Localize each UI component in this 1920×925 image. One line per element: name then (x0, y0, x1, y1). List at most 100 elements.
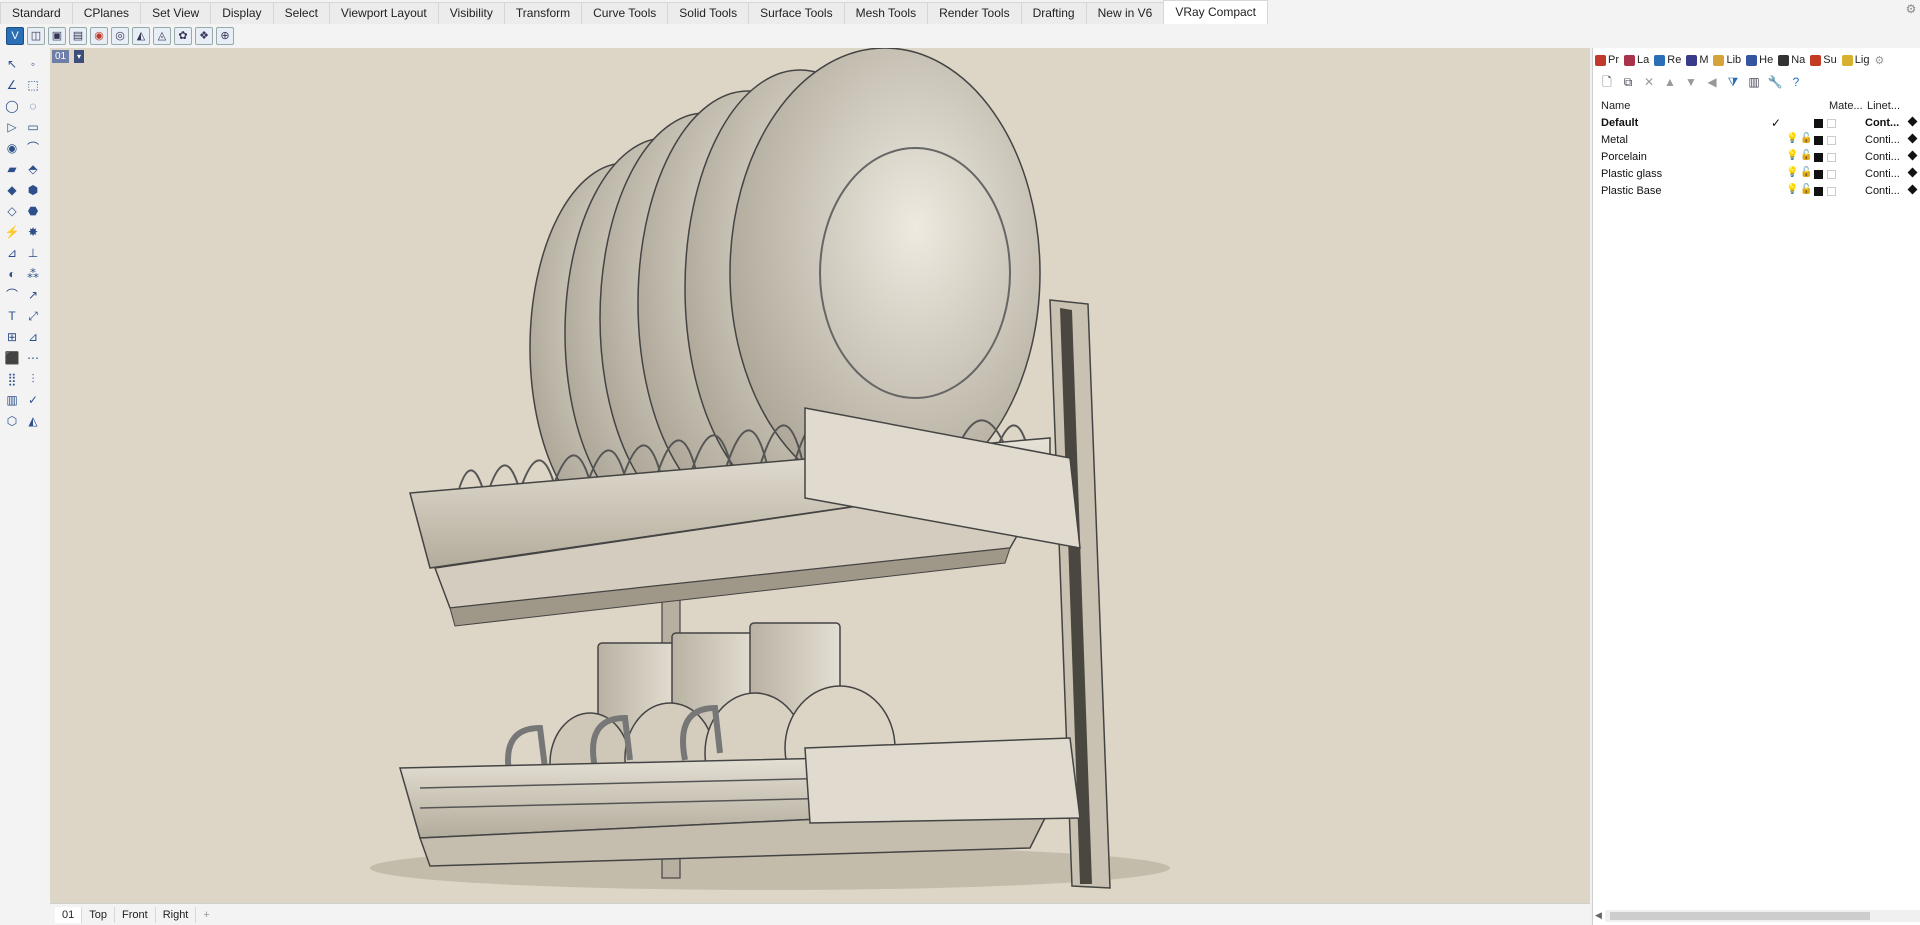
material-swatch[interactable] (1827, 136, 1836, 145)
panel-tab-render[interactable]: Re (1652, 54, 1684, 66)
vray-fur-icon[interactable]: ✿ (174, 27, 192, 45)
point-icon[interactable]: ◦ (25, 56, 41, 72)
lightbulb-icon[interactable]: 💡 (1786, 184, 1798, 195)
gumball-icon[interactable]: ⊥ (25, 245, 41, 261)
panel-tab-layers[interactable]: La (1622, 54, 1652, 66)
menu-tab-visibility[interactable]: Visibility (437, 2, 505, 24)
new-layer-icon[interactable]: 🗋 (1599, 74, 1615, 90)
panel-tab-materials[interactable]: M (1684, 54, 1711, 66)
menu-tab-select[interactable]: Select (272, 2, 330, 24)
layer-row[interactable]: Plastic Base 💡 🔓 Conti... (1593, 183, 1920, 200)
panel-tab-named-views[interactable]: Na (1776, 54, 1808, 66)
cone-icon[interactable]: ◇ (4, 203, 20, 219)
box-icon[interactable]: ▭ (25, 119, 41, 135)
snap-icon[interactable]: ⋯ (25, 350, 41, 366)
array-grid-icon[interactable]: ⣿ (4, 371, 20, 387)
filter-icon[interactable]: ⧩ (1725, 74, 1741, 90)
lightbulb-icon[interactable]: 💡 (1786, 167, 1798, 178)
layer-name[interactable]: Plastic glass (1601, 168, 1662, 180)
material-swatch[interactable] (1827, 170, 1836, 179)
name-column-header[interactable]: Name (1601, 100, 1630, 112)
layer-color-swatch[interactable] (1814, 153, 1823, 162)
scale-icon[interactable]: ↗ (25, 287, 41, 303)
dimension-icon[interactable]: ⊿ (4, 245, 20, 261)
text-icon[interactable]: T (4, 308, 20, 324)
curve-icon[interactable]: ⌒ (4, 287, 20, 303)
torus-icon[interactable]: ⬣ (25, 203, 41, 219)
print-color-diamond-icon[interactable] (1907, 167, 1918, 178)
move-down-icon[interactable]: ▼ (1683, 74, 1699, 90)
cylinder-icon[interactable]: ⬢ (25, 182, 41, 198)
boolean-icon[interactable]: ⚡ (4, 224, 20, 240)
layer-name[interactable]: Metal (1601, 134, 1628, 146)
layer-name[interactable]: Plastic Base (1601, 185, 1662, 197)
array-icon[interactable]: ⁂ (25, 266, 41, 282)
vray-proxy-icon[interactable]: ❖ (195, 27, 213, 45)
lock-icon[interactable]: 🔓 (1800, 167, 1812, 178)
panel-tab-help[interactable]: He (1744, 54, 1776, 66)
ellipse-icon[interactable]: ◌ (25, 98, 41, 114)
layer-color-swatch[interactable] (1814, 119, 1823, 128)
current-layer-check-icon[interactable]: ✓ (1771, 116, 1781, 130)
lightbulb-icon[interactable]: 💡 (1786, 133, 1798, 144)
horizontal-scrollbar[interactable]: ◀ (1595, 910, 1920, 922)
viewport-tab-right[interactable]: Right (156, 906, 197, 923)
scrollbar-thumb[interactable] (1610, 912, 1870, 920)
select-icon[interactable]: ↖ (4, 56, 20, 72)
vray-light-icon[interactable]: ◭ (132, 27, 150, 45)
print-color-diamond-icon[interactable] (1907, 184, 1918, 195)
perspective-viewport[interactable]: 01 ▾ (50, 48, 1590, 903)
mesh-icon[interactable]: ⬡ (4, 413, 20, 429)
new-sublayer-icon[interactable]: ⧉ (1620, 74, 1636, 90)
align-icon[interactable]: ⫶ (25, 371, 41, 387)
vray-render-icon[interactable]: ▣ (48, 27, 66, 45)
block-icon[interactable]: ⬛ (4, 350, 20, 366)
menu-tab-set-view[interactable]: Set View (140, 2, 212, 24)
vray-interactive-icon[interactable]: ◉ (90, 27, 108, 45)
menu-tab-render-tools[interactable]: Render Tools (927, 2, 1022, 24)
menu-tab-standard[interactable]: Standard (0, 2, 73, 24)
scroll-left-icon[interactable]: ◀ (1595, 910, 1602, 921)
viewport-menu-arrow-icon[interactable]: ▾ (74, 50, 84, 63)
menu-tab-vray-compact[interactable]: VRay Compact (1163, 0, 1269, 24)
layer-linetype[interactable]: Conti... (1865, 151, 1900, 163)
menu-tab-cplanes[interactable]: CPlanes (71, 2, 142, 24)
layer-row[interactable]: Default ✓ Cont... (1593, 115, 1920, 132)
viewport-tab-front[interactable]: Front (115, 906, 156, 923)
add-viewport-tab-icon[interactable]: + (196, 909, 216, 921)
layer-color-swatch[interactable] (1814, 170, 1823, 179)
print-color-diamond-icon[interactable] (1907, 133, 1918, 144)
vray-logo-icon[interactable]: V (6, 27, 24, 45)
menu-tab-transform[interactable]: Transform (503, 2, 583, 24)
layer-linetype[interactable]: Conti... (1865, 134, 1900, 146)
viewport-tab-01[interactable]: 01 (55, 906, 83, 923)
delete-layer-icon[interactable]: ✕ (1641, 74, 1657, 90)
extrude-icon[interactable]: ▰ (4, 161, 20, 177)
rotate-icon[interactable]: ⊿ (25, 329, 41, 345)
panel-options-gear-icon[interactable]: ⚙ (1872, 54, 1887, 67)
material-swatch[interactable] (1827, 153, 1836, 162)
layer-row[interactable]: Metal 💡 🔓 Conti... (1593, 132, 1920, 149)
linetype-column-header[interactable]: Linet... (1867, 100, 1900, 112)
vray-dome-light-icon[interactable]: ◬ (153, 27, 171, 45)
move-icon[interactable]: ⤢ (25, 308, 41, 324)
menu-tab-surface-tools[interactable]: Surface Tools (748, 2, 845, 24)
menu-tab-new-in-v6[interactable]: New in V6 (1085, 2, 1165, 24)
panel-tab-libraries[interactable]: Lib (1711, 54, 1744, 66)
layer-states-icon[interactable]: ▥ (1746, 74, 1762, 90)
lock-icon[interactable]: 🔓 (1800, 133, 1812, 144)
material-swatch[interactable] (1827, 187, 1836, 196)
grid-icon[interactable]: ⊞ (4, 329, 20, 345)
arc-icon[interactable]: ▷ (4, 119, 20, 135)
menu-tab-mesh-tools[interactable]: Mesh Tools (843, 2, 929, 24)
check-icon[interactable]: ✓ (25, 392, 41, 408)
help-circle-icon[interactable]: ? (1788, 74, 1804, 90)
vray-sun-icon[interactable]: ◎ (111, 27, 129, 45)
lock-icon[interactable]: 🔓 (1800, 184, 1812, 195)
explode-icon[interactable]: ✸ (25, 224, 41, 240)
layer-linetype[interactable]: Cont... (1865, 117, 1899, 129)
layer-row[interactable]: Porcelain 💡 🔓 Conti... (1593, 149, 1920, 166)
vray-asset-editor-icon[interactable]: ◫ (27, 27, 45, 45)
move-up-icon[interactable]: ▲ (1662, 74, 1678, 90)
viewport-title[interactable]: 01 (52, 50, 70, 63)
